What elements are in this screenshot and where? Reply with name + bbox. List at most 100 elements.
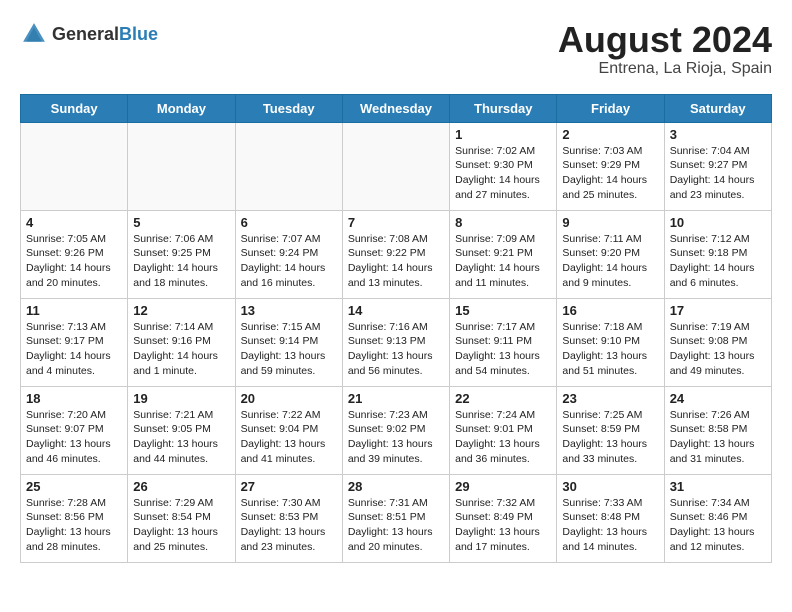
calendar-cell: 13Sunrise: 7:15 AM Sunset: 9:14 PM Dayli… (235, 298, 342, 386)
cell-info: Sunrise: 7:21 AM Sunset: 9:05 PM Dayligh… (133, 408, 229, 467)
calendar-cell: 16 Sunrise: 7:18 AM Sunset: 9:10 PM Dayli… (557, 298, 664, 386)
calendar-cell: 29 Sunrise: 7:32 AM Sunset: 8:49 PM Dayli… (450, 474, 557, 562)
date-number: 6 (241, 215, 337, 230)
calendar-cell: 30 Sunrise: 7:33 AM Sunset: 8:48 PM Dayli… (557, 474, 664, 562)
date-number: 29 (455, 479, 551, 494)
calendar-cell: 9 Sunrise: 7:11 AM Sunset: 9:20 PM Daylig… (557, 210, 664, 298)
calendar-cell: 6Sunrise: 7:07 AM Sunset: 9:24 PM Daylig… (235, 210, 342, 298)
calendar-cell: 3Sunrise: 7:04 AM Sunset: 9:27 PM Daylig… (664, 122, 771, 210)
calendar-cell: 17 Sunrise: 7:19 AM Sunset: 9:08 PM Dayli… (664, 298, 771, 386)
cell-info: Sunrise: 7:26 AM Sunset: 8:58 PM Dayligh… (670, 408, 766, 467)
cell-info: Sunrise: 7:23 AM Sunset: 9:02 PM Dayligh… (348, 408, 444, 467)
calendar-cell (128, 122, 235, 210)
day-header-monday: Monday (128, 94, 235, 122)
date-number: 16 (562, 303, 658, 318)
cell-info: Sunrise: 7:08 AM Sunset: 9:22 PM Dayligh… (348, 232, 444, 291)
calendar-cell: 23 Sunrise: 7:25 AM Sunset: 8:59 PM Dayli… (557, 386, 664, 474)
date-number: 28 (348, 479, 444, 494)
date-number: 23 (562, 391, 658, 406)
date-number: 24 (670, 391, 766, 406)
logo-blue: Blue (119, 24, 158, 44)
day-header-wednesday: Wednesday (342, 94, 449, 122)
cell-info: Sunrise: 7:33 AM Sunset: 8:48 PM Dayligh… (562, 496, 658, 555)
cell-info: Sunrise: 7:19 AM Sunset: 9:08 PM Dayligh… (670, 320, 766, 379)
cell-info: Sunrise: 7:03 AM Sunset: 9:29 PM Dayligh… (562, 144, 658, 203)
week-row-4: 18 Sunrise: 7:20 AM Sunset: 9:07 PM Dayli… (21, 386, 772, 474)
cell-info: Sunrise: 7:24 AM Sunset: 9:01 PM Dayligh… (455, 408, 551, 467)
date-number: 9 (562, 215, 658, 230)
day-header-thursday: Thursday (450, 94, 557, 122)
cell-info: Sunrise: 7:06 AM Sunset: 9:25 PM Dayligh… (133, 232, 229, 291)
date-number: 18 (26, 391, 122, 406)
calendar-cell: 14 Sunrise: 7:16 AM Sunset: 9:13 PM Dayli… (342, 298, 449, 386)
week-row-5: 25Sunrise: 7:28 AM Sunset: 8:56 PM Dayli… (21, 474, 772, 562)
calendar-cell: 31Sunrise: 7:34 AM Sunset: 8:46 PM Dayli… (664, 474, 771, 562)
week-row-2: 4 Sunrise: 7:05 AM Sunset: 9:26 PM Daylig… (21, 210, 772, 298)
cell-info: Sunrise: 7:29 AM Sunset: 8:54 PM Dayligh… (133, 496, 229, 555)
calendar-cell (342, 122, 449, 210)
cell-info: Sunrise: 7:22 AM Sunset: 9:04 PM Dayligh… (241, 408, 337, 467)
cell-info: Sunrise: 7:18 AM Sunset: 9:10 PM Dayligh… (562, 320, 658, 379)
date-number: 19 (133, 391, 229, 406)
day-header-friday: Friday (557, 94, 664, 122)
calendar-cell: 19 Sunrise: 7:21 AM Sunset: 9:05 PM Dayli… (128, 386, 235, 474)
cell-info: Sunrise: 7:05 AM Sunset: 9:26 PM Dayligh… (26, 232, 122, 291)
calendar-cell (21, 122, 128, 210)
cell-info: Sunrise: 7:09 AM Sunset: 9:21 PM Dayligh… (455, 232, 551, 291)
day-header-tuesday: Tuesday (235, 94, 342, 122)
date-number: 30 (562, 479, 658, 494)
calendar-cell: 1Sunrise: 7:02 AM Sunset: 9:30 PM Daylig… (450, 122, 557, 210)
cell-info: Sunrise: 7:14 AM Sunset: 9:16 PM Dayligh… (133, 320, 229, 379)
calendar-cell: 25Sunrise: 7:28 AM Sunset: 8:56 PM Dayli… (21, 474, 128, 562)
calendar-cell: 28 Sunrise: 7:31 AM Sunset: 8:51 PM Dayli… (342, 474, 449, 562)
calendar-cell: 10 Sunrise: 7:12 AM Sunset: 9:18 PM Dayli… (664, 210, 771, 298)
date-number: 8 (455, 215, 551, 230)
cell-info: Sunrise: 7:15 AM Sunset: 9:14 PM Dayligh… (241, 320, 337, 379)
date-number: 20 (241, 391, 337, 406)
date-number: 5 (133, 215, 229, 230)
date-number: 31 (670, 479, 766, 494)
date-number: 22 (455, 391, 551, 406)
calendar-cell: 18 Sunrise: 7:20 AM Sunset: 9:07 PM Dayli… (21, 386, 128, 474)
date-number: 25 (26, 479, 122, 494)
calendar-cell: 27Sunrise: 7:30 AM Sunset: 8:53 PM Dayli… (235, 474, 342, 562)
calendar-cell: 5 Sunrise: 7:06 AM Sunset: 9:25 PM Daylig… (128, 210, 235, 298)
cell-info: Sunrise: 7:17 AM Sunset: 9:11 PM Dayligh… (455, 320, 551, 379)
day-header-saturday: Saturday (664, 94, 771, 122)
day-header-row: SundayMondayTuesdayWednesdayThursdayFrid… (21, 94, 772, 122)
calendar-cell: 15Sunrise: 7:17 AM Sunset: 9:11 PM Dayli… (450, 298, 557, 386)
date-number: 14 (348, 303, 444, 318)
calendar-cell (235, 122, 342, 210)
calendar-cell: 24 Sunrise: 7:26 AM Sunset: 8:58 PM Dayli… (664, 386, 771, 474)
calendar-cell: 20 Sunrise: 7:22 AM Sunset: 9:04 PM Dayli… (235, 386, 342, 474)
date-number: 4 (26, 215, 122, 230)
cell-info: Sunrise: 7:32 AM Sunset: 8:49 PM Dayligh… (455, 496, 551, 555)
cell-info: Sunrise: 7:04 AM Sunset: 9:27 PM Dayligh… (670, 144, 766, 203)
date-number: 11 (26, 303, 122, 318)
calendar-cell: 7Sunrise: 7:08 AM Sunset: 9:22 PM Daylig… (342, 210, 449, 298)
cell-info: Sunrise: 7:20 AM Sunset: 9:07 PM Dayligh… (26, 408, 122, 467)
cell-info: Sunrise: 7:12 AM Sunset: 9:18 PM Dayligh… (670, 232, 766, 291)
date-number: 26 (133, 479, 229, 494)
logo-icon (20, 20, 48, 48)
calendar-cell: 4 Sunrise: 7:05 AM Sunset: 9:26 PM Daylig… (21, 210, 128, 298)
calendar-cell: 2 Sunrise: 7:03 AM Sunset: 9:29 PM Daylig… (557, 122, 664, 210)
cell-info: Sunrise: 7:11 AM Sunset: 9:20 PM Dayligh… (562, 232, 658, 291)
calendar-cell: 21Sunrise: 7:23 AM Sunset: 9:02 PM Dayli… (342, 386, 449, 474)
date-number: 12 (133, 303, 229, 318)
calendar-table: SundayMondayTuesdayWednesdayThursdayFrid… (20, 94, 772, 563)
cell-info: Sunrise: 7:16 AM Sunset: 9:13 PM Dayligh… (348, 320, 444, 379)
date-number: 27 (241, 479, 337, 494)
date-number: 17 (670, 303, 766, 318)
logo-general: General (52, 24, 119, 44)
cell-info: Sunrise: 7:25 AM Sunset: 8:59 PM Dayligh… (562, 408, 658, 467)
month-year: August 2024 (558, 20, 772, 60)
cell-info: Sunrise: 7:13 AM Sunset: 9:17 PM Dayligh… (26, 320, 122, 379)
date-number: 10 (670, 215, 766, 230)
calendar-cell: 22 Sunrise: 7:24 AM Sunset: 9:01 PM Dayli… (450, 386, 557, 474)
date-number: 2 (562, 127, 658, 142)
cell-info: Sunrise: 7:31 AM Sunset: 8:51 PM Dayligh… (348, 496, 444, 555)
date-number: 1 (455, 127, 551, 142)
calendar-cell: 8 Sunrise: 7:09 AM Sunset: 9:21 PM Daylig… (450, 210, 557, 298)
title-block: August 2024 Entrena, La Rioja, Spain (558, 20, 772, 78)
